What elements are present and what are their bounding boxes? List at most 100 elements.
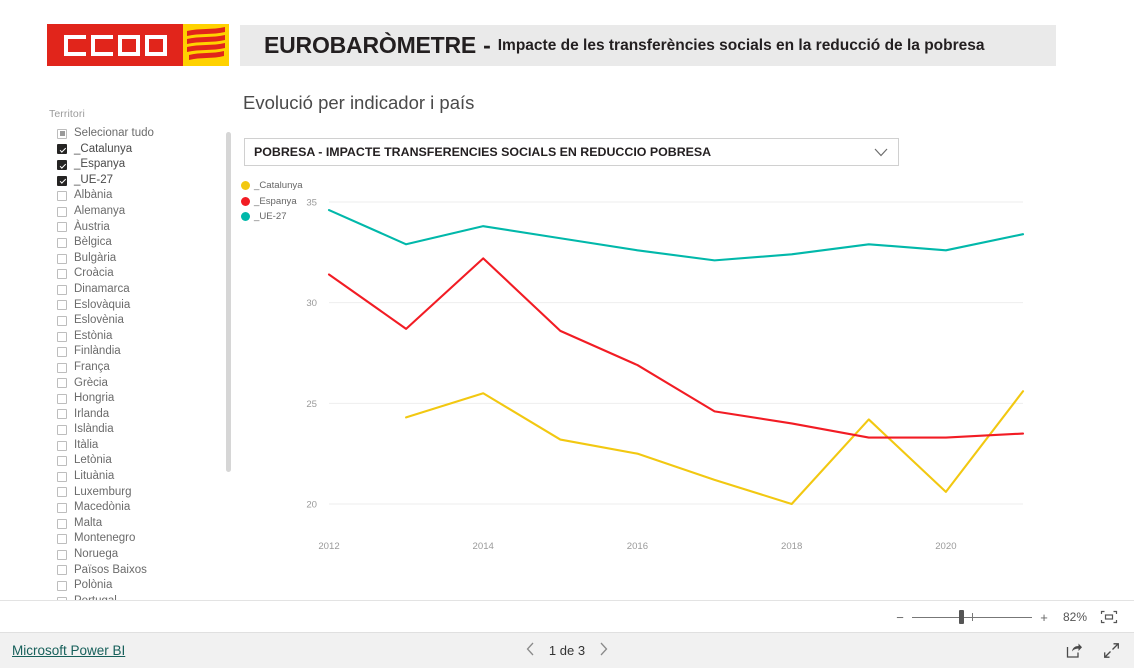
zoom-out-button[interactable]: − [892, 610, 908, 625]
slicer-item-label: Itàlia [74, 438, 99, 451]
share-icon[interactable] [1066, 642, 1083, 659]
slicer-item[interactable]: Islàndia [47, 422, 227, 438]
slicer-item-checkbox[interactable] [57, 222, 67, 233]
zoom-in-button[interactable]: + [1036, 610, 1052, 625]
slicer-item-checkbox[interactable] [57, 440, 67, 451]
slicer-item[interactable]: Letònia [47, 453, 227, 469]
slicer-item[interactable]: Països Baixos [47, 563, 227, 579]
logo-letter-o-2 [144, 34, 167, 56]
ccoo-wordmark [47, 24, 183, 66]
slicer-item[interactable]: Macedònia [47, 500, 227, 516]
zoom-slider-thumb[interactable] [959, 610, 964, 624]
chevron-left-icon[interactable] [526, 642, 535, 659]
slicer-item-checkbox[interactable] [57, 456, 67, 467]
page-navigator[interactable]: 1 de 3 [477, 642, 657, 659]
slicer-item-checkbox[interactable] [57, 237, 67, 248]
slicer-item-checkbox[interactable] [57, 409, 67, 420]
slicer-item[interactable]: Albània [47, 188, 227, 204]
slicer-item[interactable]: Itàlia [47, 438, 227, 454]
line-chart-plot[interactable]: 20 25 30 35 2012 2014 2016 2018 2020 [240, 180, 1040, 560]
series-line[interactable] [327, 209, 1025, 262]
microsoft-power-bi-link[interactable]: Microsoft Power BI [12, 643, 125, 658]
slicer-item[interactable]: Hongria [47, 391, 227, 407]
slicer-item-label: Estònia [74, 329, 113, 342]
slicer-scrollbar-thumb[interactable] [226, 132, 231, 472]
slicer-item-checkbox[interactable] [57, 253, 67, 264]
slicer-item[interactable]: Estònia [47, 329, 227, 345]
slicer-scrollbar-track[interactable] [224, 120, 231, 582]
slicer-item[interactable]: Finlàndia [47, 344, 227, 360]
slicer-item-checkbox[interactable] [57, 269, 67, 280]
slicer-item-checkbox[interactable] [57, 128, 67, 139]
slicer-item-checkbox[interactable] [57, 362, 67, 373]
series-line[interactable] [405, 390, 1025, 506]
slicer-item[interactable]: Croàcia [47, 266, 227, 282]
slicer-item[interactable]: Montenegro [47, 531, 227, 547]
slicer-item-checkbox[interactable] [57, 206, 67, 217]
slicer-item[interactable]: Irlanda [47, 407, 227, 423]
slicer-title: Territori [49, 108, 85, 120]
footer-actions[interactable] [1066, 642, 1120, 659]
slicer-item[interactable]: Àustria [47, 220, 227, 236]
fit-to-page-icon[interactable] [1100, 610, 1118, 624]
slicer-item-checkbox[interactable] [57, 549, 67, 560]
slicer-item-label: Dinamarca [74, 282, 130, 295]
slicer-item-label: Noruega [74, 548, 119, 561]
slicer-item-checkbox[interactable] [57, 144, 67, 155]
slicer-item[interactable]: Grècia [47, 376, 227, 392]
territori-slicer[interactable]: Territori Selecionar tudo _Catalunya _Espa… [47, 108, 231, 600]
slicer-item-checkbox[interactable] [57, 284, 67, 295]
slicer-item[interactable]: Noruega [47, 547, 227, 563]
slicer-item[interactable]: Eslovènia [47, 313, 227, 329]
slicer-item[interactable]: _Espanya [47, 157, 227, 173]
slicer-item[interactable]: Bulgària [47, 251, 227, 267]
slicer-item-checkbox[interactable] [57, 378, 67, 389]
slicer-item[interactable]: Dinamarca [47, 282, 227, 298]
slicer-item-label: _UE-27 [74, 173, 113, 186]
slicer-item[interactable]: Alemanya [47, 204, 227, 220]
slicer-item-checkbox[interactable] [57, 347, 67, 358]
slicer-item[interactable]: Lituània [47, 469, 227, 485]
slicer-item-checkbox[interactable] [57, 331, 67, 342]
slicer-item[interactable]: França [47, 360, 227, 376]
zoom-toolbar[interactable]: − + 82% [0, 600, 1134, 633]
report-footer: Microsoft Power BI 1 de 3 [0, 632, 1134, 668]
slicer-item[interactable]: Polònia [47, 578, 227, 594]
series-line[interactable] [327, 257, 1025, 439]
slicer-item-checkbox[interactable] [57, 471, 67, 482]
slicer-item[interactable]: Selecionar tudo [47, 126, 227, 142]
slicer-item-checkbox[interactable] [57, 565, 67, 576]
slicer-item-checkbox[interactable] [57, 581, 67, 592]
slicer-item-checkbox[interactable] [57, 300, 67, 311]
slicer-item[interactable]: _Catalunya [47, 142, 227, 158]
chevron-down-icon[interactable] [864, 148, 898, 157]
slicer-item[interactable]: Eslovàquia [47, 298, 227, 314]
zoom-slider[interactable] [912, 610, 1032, 624]
slicer-item-checkbox[interactable] [57, 518, 67, 529]
y-axis-tick-label: 20 [306, 500, 317, 511]
slicer-item-checkbox[interactable] [57, 175, 67, 186]
slicer-item-checkbox[interactable] [57, 159, 67, 170]
slicer-item[interactable]: Luxemburg [47, 485, 227, 501]
slicer-item-checkbox[interactable] [57, 315, 67, 326]
slicer-item-label: Selecionar tudo [74, 127, 154, 139]
slicer-item-checkbox[interactable] [57, 393, 67, 404]
slicer-item[interactable]: Bèlgica [47, 235, 227, 251]
fullscreen-icon[interactable] [1103, 642, 1120, 659]
slicer-item[interactable]: Malta [47, 516, 227, 532]
slicer-item-checkbox[interactable] [57, 191, 67, 202]
slicer-item-checkbox[interactable] [57, 425, 67, 436]
slicer-item-checkbox[interactable] [57, 534, 67, 545]
slicer-item-label: Luxemburg [74, 485, 132, 498]
x-axis-tick-label: 2014 [473, 541, 495, 552]
slicer-item-checkbox[interactable] [57, 503, 67, 514]
chevron-right-icon[interactable] [599, 642, 608, 659]
indicator-dropdown-value: POBRESA - IMPACTE TRANSFERENCIES SOCIALS… [254, 145, 712, 159]
slicer-item-checkbox[interactable] [57, 487, 67, 498]
indicator-dropdown[interactable]: POBRESA - IMPACTE TRANSFERENCIES SOCIALS… [244, 138, 899, 166]
slicer-item-label: Albània [74, 189, 113, 202]
slicer-item-list[interactable]: Selecionar tudo _Catalunya _Espanya _UE-27 A… [47, 126, 227, 600]
slicer-item-label: Eslovàquia [74, 298, 131, 311]
slicer-item[interactable]: _UE-27 [47, 173, 227, 189]
report-title-separator: - [483, 32, 491, 58]
